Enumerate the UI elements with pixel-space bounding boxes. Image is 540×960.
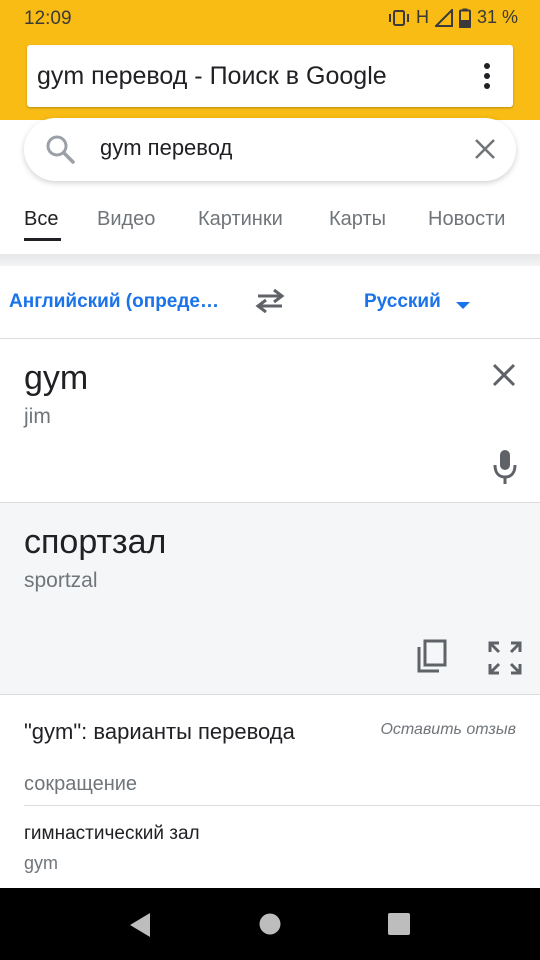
translation-panel: спортзал sportzal (0, 503, 540, 695)
search-box[interactable] (24, 118, 516, 181)
part-of-speech-label: сокращение (24, 773, 138, 795)
battery-icon (458, 8, 471, 28)
status-bar: 12:09 H 31 % (0, 0, 540, 36)
feedback-link[interactable]: Оставить отзыв (380, 721, 516, 739)
browser-toolbar: gym перевод - Поиск в Google (0, 36, 540, 120)
tab-images[interactable]: Картинки (198, 208, 283, 231)
microphone-icon[interactable] (492, 449, 518, 490)
source-transliteration: jim (24, 405, 51, 428)
clear-source-icon[interactable] (490, 361, 518, 394)
translation-variants: "gym": варианты перевода Оставить отзыв … (0, 695, 540, 888)
status-time: 12:09 (24, 8, 72, 29)
translation-text: спортзал (24, 523, 167, 561)
swap-languages-icon[interactable] (254, 288, 286, 319)
copy-icon[interactable] (416, 639, 448, 678)
tab-maps[interactable]: Карты (329, 208, 386, 231)
status-indicators: H 31 % (388, 7, 518, 28)
search-tabs: Все Видео Картинки Карты Новости (0, 196, 540, 254)
home-icon[interactable] (259, 913, 281, 940)
source-text-panel[interactable]: gym jim (0, 339, 540, 503)
page-title[interactable]: gym перевод - Поиск в Google (37, 62, 387, 91)
source-text[interactable]: gym (24, 359, 88, 398)
tab-video[interactable]: Видео (97, 208, 155, 231)
translation-transliteration: sportzal (24, 569, 98, 592)
tab-news[interactable]: Новости (428, 208, 505, 231)
language-selector: Английский (опреде… Русский (0, 266, 540, 339)
section-divider (0, 254, 540, 266)
chevron-down-icon[interactable] (455, 298, 471, 316)
battery-level: 31 % (476, 7, 518, 27)
signal-icon (434, 8, 453, 27)
variant-back-translation: gym (24, 853, 59, 873)
back-icon[interactable] (128, 912, 152, 943)
divider (24, 805, 540, 806)
recents-icon[interactable] (388, 913, 410, 940)
tab-all[interactable]: Все (24, 208, 58, 231)
vibrate-icon (388, 9, 410, 27)
fullscreen-icon[interactable] (488, 641, 522, 680)
more-options-icon[interactable] (483, 63, 491, 91)
active-tab-indicator (24, 238, 61, 241)
system-navigation-bar (0, 888, 540, 960)
source-language-button[interactable]: Английский (опреде… (9, 291, 219, 313)
search-input[interactable] (100, 135, 430, 161)
clear-search-icon[interactable] (472, 136, 498, 167)
search-icon[interactable] (44, 133, 76, 170)
variants-heading: "gym": варианты перевода (24, 719, 295, 744)
address-bar[interactable]: gym перевод - Поиск в Google (27, 45, 513, 107)
target-language-button[interactable]: Русский (364, 291, 441, 313)
variant-term: гимнастический зал (24, 823, 200, 844)
network-type: H (415, 7, 429, 27)
